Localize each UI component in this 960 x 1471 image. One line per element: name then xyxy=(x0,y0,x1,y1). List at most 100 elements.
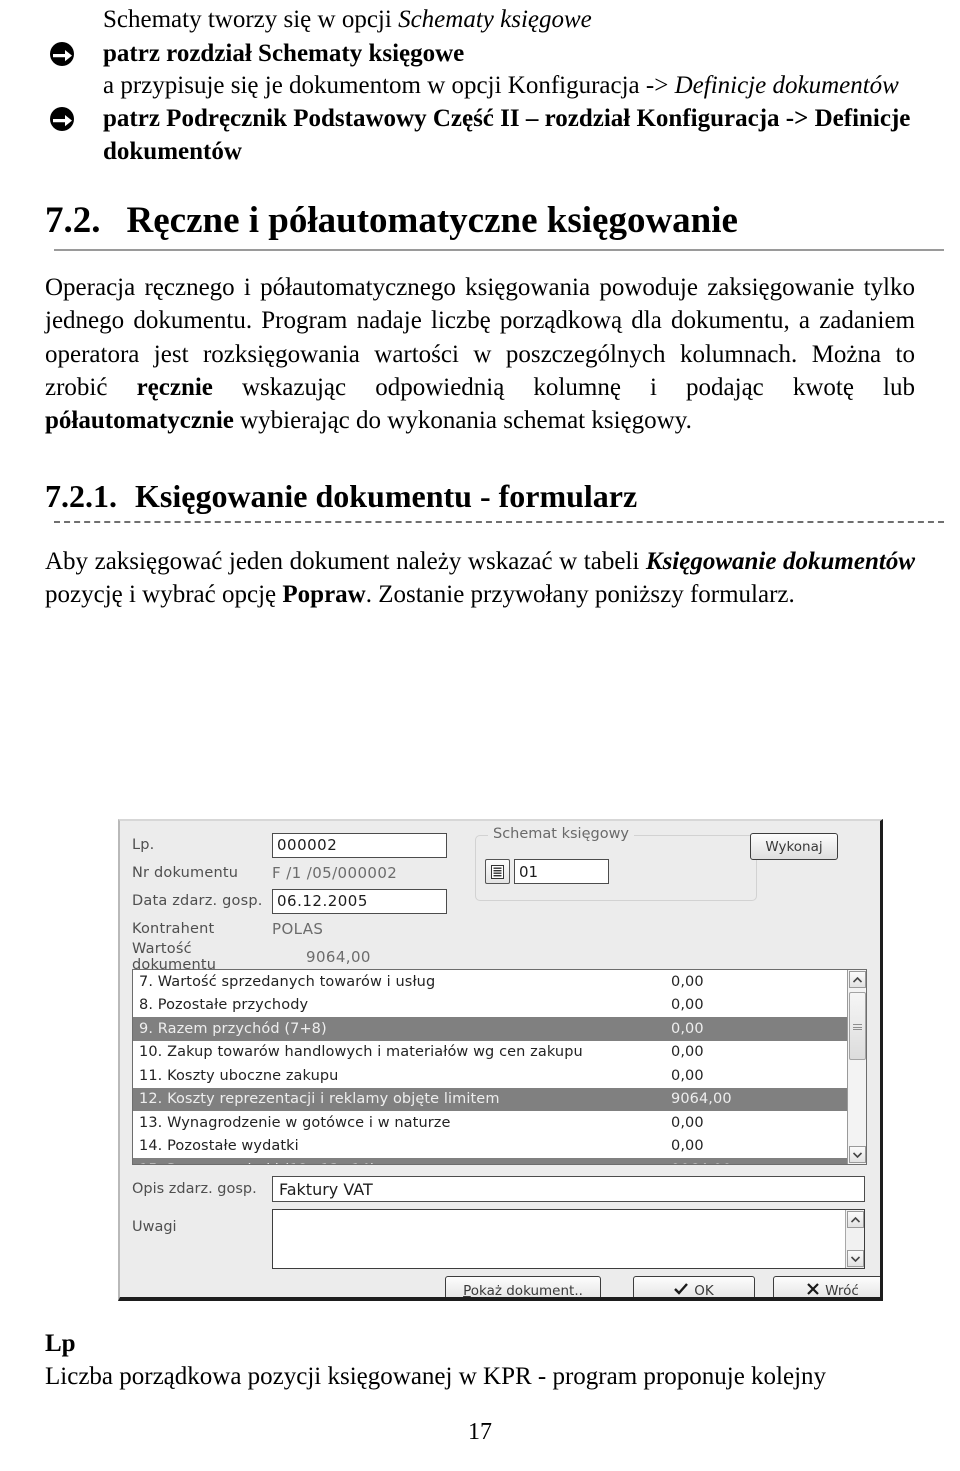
section-paragraph-part-3: wybierając do wykonania schemat księgowy… xyxy=(233,407,692,435)
wroc-button[interactable]: Wróć xyxy=(773,1276,880,1299)
subsection-title: Księgowanie dokumentu - formularz xyxy=(135,478,638,515)
page-number: 17 xyxy=(468,1419,492,1445)
chevron-up-icon[interactable] xyxy=(849,971,866,988)
list-item-name: 13. Wynagrodzenie w gotówce i w naturze xyxy=(139,1114,451,1131)
arrow-right-circle-icon xyxy=(49,106,75,132)
chevron-down-icon[interactable] xyxy=(847,1250,864,1267)
wykonaj-button-label: Wykonaj xyxy=(765,838,823,855)
kontrahent-value: POLAS xyxy=(272,920,324,938)
field-row-nr-dokumentu: Nr dokumentu F /1 /05/000002 xyxy=(132,859,462,887)
subsection-paragraph-part-2: pozycję i wybrać opcję xyxy=(45,581,283,609)
uwagi-label: Uwagi xyxy=(132,1219,177,1235)
subsection-divider xyxy=(54,520,944,523)
list-item-value: 9064,00 xyxy=(671,1091,732,1108)
list-item[interactable]: 11. Koszty uboczne zakupu 0,00 xyxy=(133,1064,866,1088)
list-item[interactable]: 13. Wynagrodzenie w gotówce i w naturze … xyxy=(133,1111,866,1135)
subsection-paragraph: Aby zaksięgować jeden dokument należy ws… xyxy=(45,545,915,612)
subsection-paragraph-part-3: . Zostanie przywołany poniższy formularz… xyxy=(365,581,795,609)
list-item[interactable]: 14. Pozostałe wydatki 0,00 xyxy=(133,1135,866,1159)
list-item[interactable]: 9. Razem przychód (7+8) 0,00 xyxy=(133,1017,866,1041)
nr-dokumentu-label: Nr dokumentu xyxy=(132,865,239,881)
scrollbar-grip-icon xyxy=(853,1023,862,1030)
embedded-screenshot: Lp. 000002 Nr dokumentu F /1 /05/000002 … xyxy=(118,819,883,1301)
wroc-button-label: Wróć xyxy=(825,1282,859,1299)
pokaz-dokument-label: okaż dokument.. xyxy=(470,1282,583,1299)
list-item-value: 0,00 xyxy=(671,1138,704,1155)
list-item[interactable]: 12. Koszty reprezentacji i reklamy objęt… xyxy=(133,1087,866,1111)
field-row-kontrahent: Kontrahent POLAS xyxy=(132,915,462,943)
scrollbar-thumb[interactable] xyxy=(849,992,866,1060)
field-row-data-zdarz: Data zdarz. gosp. 06.12.2005 xyxy=(132,887,462,915)
subsection-number: 7.2.1. xyxy=(45,478,117,515)
intro-line-1-text: Schematy tworzy się w opcji xyxy=(103,6,399,33)
section-paragraph: Operacja ręcznego i półautomatycznego ks… xyxy=(45,271,915,437)
document-fields: Lp. 000002 Nr dokumentu F /1 /05/000002 … xyxy=(132,831,462,973)
list-item[interactable]: 7. Wartość sprzedanych towarów i usług 0… xyxy=(133,970,866,994)
section-paragraph-bold-2: półautomatycznie xyxy=(45,407,234,435)
field-row-lp: Lp. 000002 xyxy=(132,831,462,859)
bullet-item-1-label: patrz rozdział Schematy księgowe xyxy=(103,39,465,67)
intro-line-2-emphasis: Definicje dokumentów xyxy=(674,71,899,99)
list-item-value: 9064,00 xyxy=(671,1162,866,1164)
schemat-ksiegowy-input[interactable]: 01 xyxy=(514,859,609,884)
intro-line-1: Schematy tworzy się w opcji Schematy ksi… xyxy=(45,4,915,37)
list-item[interactable]: 8. Pozostałe przychody 0,00 xyxy=(133,994,866,1018)
section-title: Ręczne i półautomatyczne księgowanie xyxy=(126,200,738,241)
pokaz-dokument-button[interactable]: Pokaż dokument.. xyxy=(445,1276,601,1299)
intro-line-1-emphasis: Schematy księgowe xyxy=(398,6,592,33)
bullet-item-2: patrz Podręcznik Podstawowy Część II – r… xyxy=(45,102,915,168)
list-item-value: 0,00 xyxy=(671,1114,704,1131)
ksiegowanie-dokumentu-dialog: Lp. 000002 Nr dokumentu F /1 /05/000002 … xyxy=(118,819,883,1301)
opis-zdarz-input[interactable]: Faktury VAT xyxy=(272,1176,865,1202)
ok-button[interactable]: OK xyxy=(633,1276,755,1299)
list-item-value: 0,00 xyxy=(671,997,704,1014)
uwagi-scrollbar[interactable] xyxy=(845,1210,864,1268)
chevron-down-icon[interactable] xyxy=(849,1146,866,1163)
section-paragraph-bold-1: ręcznie xyxy=(136,373,213,401)
list-item[interactable]: 15. Razem wydatki (12+13+14) 9064,00 xyxy=(133,1158,866,1164)
uwagi-textarea[interactable] xyxy=(272,1209,865,1269)
list-item-name: 14. Pozostałe wydatki xyxy=(139,1138,299,1155)
intro-line-2-text: a przypisuje się je dokumentom w opcji K… xyxy=(103,71,675,99)
list-item-value: 0,00 xyxy=(671,1020,704,1037)
arrow-right-circle-icon xyxy=(49,41,75,67)
lp-label: Lp. xyxy=(132,837,155,853)
pokaz-dokument-accelerator: P xyxy=(463,1282,471,1299)
glossary-description: Liczba porządkowa pozycji księgowanej w … xyxy=(45,1363,827,1390)
wartosc-dokumentu-value: 9064,00 xyxy=(306,948,371,966)
intro-block: Schematy tworzy się w opcji Schematy ksi… xyxy=(45,4,915,168)
check-icon xyxy=(674,1282,689,1298)
uwagi-row: Uwagi xyxy=(132,1209,865,1269)
cross-icon xyxy=(807,1282,819,1298)
list-item-name: 15. Razem wydatki (12+13+14) xyxy=(139,1162,671,1164)
list-item-name: 10. Zakup towarów handlowych i materiałó… xyxy=(139,1044,583,1061)
kpr-columns-list[interactable]: 7. Wartość sprzedanych towarów i usług 0… xyxy=(132,969,867,1165)
kontrahent-label: Kontrahent xyxy=(132,921,215,937)
list-scrollbar[interactable] xyxy=(847,970,866,1164)
list-item-value: 0,00 xyxy=(671,973,704,990)
data-zdarz-input[interactable]: 06.12.2005 xyxy=(272,888,447,914)
section-number: 7.2. xyxy=(45,200,101,241)
list-item-name: 12. Koszty reprezentacji i reklamy objęt… xyxy=(139,1091,500,1108)
ok-button-label: OK xyxy=(694,1282,714,1299)
glossary-block: Lp Liczba porządkowa pozycji księgowanej… xyxy=(45,1329,935,1394)
list-lookup-icon[interactable] xyxy=(485,859,510,884)
subsection-paragraph-part-1: Aby zaksięgować jeden dokument należy ws… xyxy=(45,547,646,575)
section-divider xyxy=(54,249,944,252)
subsection-heading: 7.2.1. Księgowanie dokumentu - formularz xyxy=(45,477,915,515)
schemat-ksiegowy-label: Schemat księgowy xyxy=(488,826,635,842)
lp-input[interactable]: 000002 xyxy=(272,832,447,858)
chevron-up-icon[interactable] xyxy=(847,1211,864,1228)
bullet-item-1: patrz rozdział Schematy księgowe xyxy=(45,37,915,70)
opis-zdarz-label: Opis zdarz. gosp. xyxy=(132,1181,257,1197)
list-item-value: 0,00 xyxy=(671,1067,704,1084)
section-paragraph-part-2: wskazując odpowiednią kolumnę i podając … xyxy=(212,373,915,401)
subsection-paragraph-bold: Popraw xyxy=(282,581,366,609)
document-page: Schematy tworzy się w opcji Schematy ksi… xyxy=(0,4,960,1471)
opis-zdarz-row: Opis zdarz. gosp. Faktury VAT xyxy=(132,1176,865,1202)
schemat-ksiegowy-group: Schemat księgowy 01 xyxy=(475,826,757,901)
schemat-ksiegowy-controls: 01 xyxy=(485,859,609,884)
list-item-name: 9. Razem przychód (7+8) xyxy=(139,1020,327,1037)
list-item[interactable]: 10. Zakup towarów handlowych i materiałó… xyxy=(133,1041,866,1065)
wykonaj-button[interactable]: Wykonaj xyxy=(750,833,838,860)
